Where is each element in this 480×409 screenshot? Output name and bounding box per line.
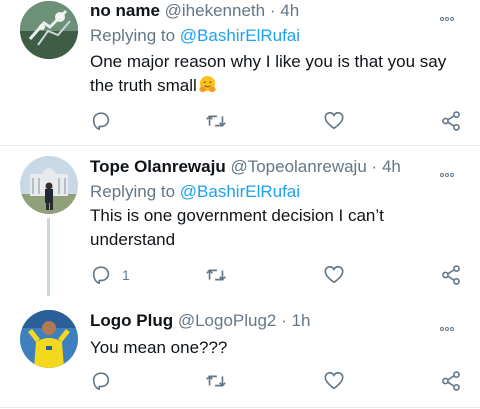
replying-to-line: Replying to @BashirElRufai xyxy=(90,180,466,203)
replying-prefix: Replying to xyxy=(90,26,176,45)
avatar[interactable] xyxy=(20,1,78,59)
display-name[interactable]: Logo Plug xyxy=(90,311,173,330)
avatar-image-footballer xyxy=(20,310,78,368)
share-button[interactable] xyxy=(440,110,462,132)
retweet-icon xyxy=(206,375,226,387)
share-button[interactable] xyxy=(440,264,462,286)
bottom-divider xyxy=(0,407,480,408)
share-icon xyxy=(442,111,460,131)
tweet-text-line: This is one government decision I can’t xyxy=(90,206,384,225)
heart-icon xyxy=(324,371,344,390)
more-options-icon[interactable] xyxy=(440,164,458,177)
user-handle[interactable]: @Topeolanrewaju xyxy=(230,157,366,176)
replying-to-line: Replying to @BashirElRufai xyxy=(90,24,466,47)
like-button[interactable] xyxy=(323,110,345,132)
reply-icon xyxy=(92,266,110,285)
share-button[interactable] xyxy=(440,370,462,392)
tweet-text: One major reason why I like you is that … xyxy=(90,50,466,98)
tweet-text-line-2: understand xyxy=(90,230,176,249)
tweet-3[interactable]: Logo Plug @LogoPlug2 · 1h You mean one??… xyxy=(0,300,480,409)
reply-icon xyxy=(92,372,110,391)
replying-prefix: Replying to xyxy=(90,182,176,201)
avatar-image-flower xyxy=(20,1,78,59)
avatar[interactable] xyxy=(20,156,78,214)
tweet-2[interactable]: Tope Olanrewaju @Topeolanrewaju · 4h Rep… xyxy=(0,146,480,296)
display-name[interactable]: Tope Olanrewaju xyxy=(90,157,226,176)
retweet-icon xyxy=(206,269,226,281)
reply-button[interactable] xyxy=(90,370,122,392)
retweet-icon xyxy=(206,115,226,127)
separator-dot: · xyxy=(281,311,287,330)
tweet-text-line: You mean one??? xyxy=(90,338,228,357)
reply-button[interactable] xyxy=(90,110,122,132)
reply-count: 1 xyxy=(122,267,130,283)
tweet-text: You mean one??? xyxy=(90,336,466,360)
display-name[interactable]: no name xyxy=(90,1,160,20)
reply-icon xyxy=(92,112,110,131)
tweet-1[interactable]: no name @ihekenneth · 4h Replying to @Ba… xyxy=(0,0,480,145)
share-icon xyxy=(442,371,460,391)
replying-to-mention[interactable]: @BashirElRufai xyxy=(180,182,300,201)
timestamp[interactable]: 4h xyxy=(280,1,299,20)
separator-dot: · xyxy=(269,1,276,20)
tweet-text-fragment: the truth small xyxy=(90,76,197,95)
tweet-text: This is one government decision I can’t … xyxy=(90,204,466,252)
user-handle[interactable]: @LogoPlug2 xyxy=(178,311,277,330)
avatar[interactable] xyxy=(20,310,78,368)
timestamp[interactable]: 1h xyxy=(292,311,311,330)
avatar-image-person xyxy=(20,156,78,214)
retweet-button[interactable] xyxy=(204,110,228,132)
retweet-button[interactable] xyxy=(204,264,228,286)
share-icon xyxy=(442,265,460,285)
more-options-icon[interactable] xyxy=(440,318,458,331)
hugging-face-icon xyxy=(199,75,216,93)
timestamp[interactable]: 4h xyxy=(382,157,401,176)
replying-to-mention[interactable]: @BashirElRufai xyxy=(180,26,300,45)
heart-icon xyxy=(324,265,344,284)
like-button[interactable] xyxy=(323,264,345,286)
reply-button[interactable]: 1 xyxy=(90,264,130,286)
more-options-icon[interactable] xyxy=(440,8,458,21)
retweet-button[interactable] xyxy=(204,370,228,392)
separator-dot: · xyxy=(371,157,378,176)
thread-connector xyxy=(47,218,50,296)
tweet-text-line: One major reason why I like you is that … xyxy=(90,52,447,71)
tweet-text-line-2: the truth small xyxy=(90,74,466,98)
user-handle[interactable]: @ihekenneth xyxy=(165,1,265,20)
heart-icon xyxy=(324,111,344,130)
like-button[interactable] xyxy=(323,370,345,392)
